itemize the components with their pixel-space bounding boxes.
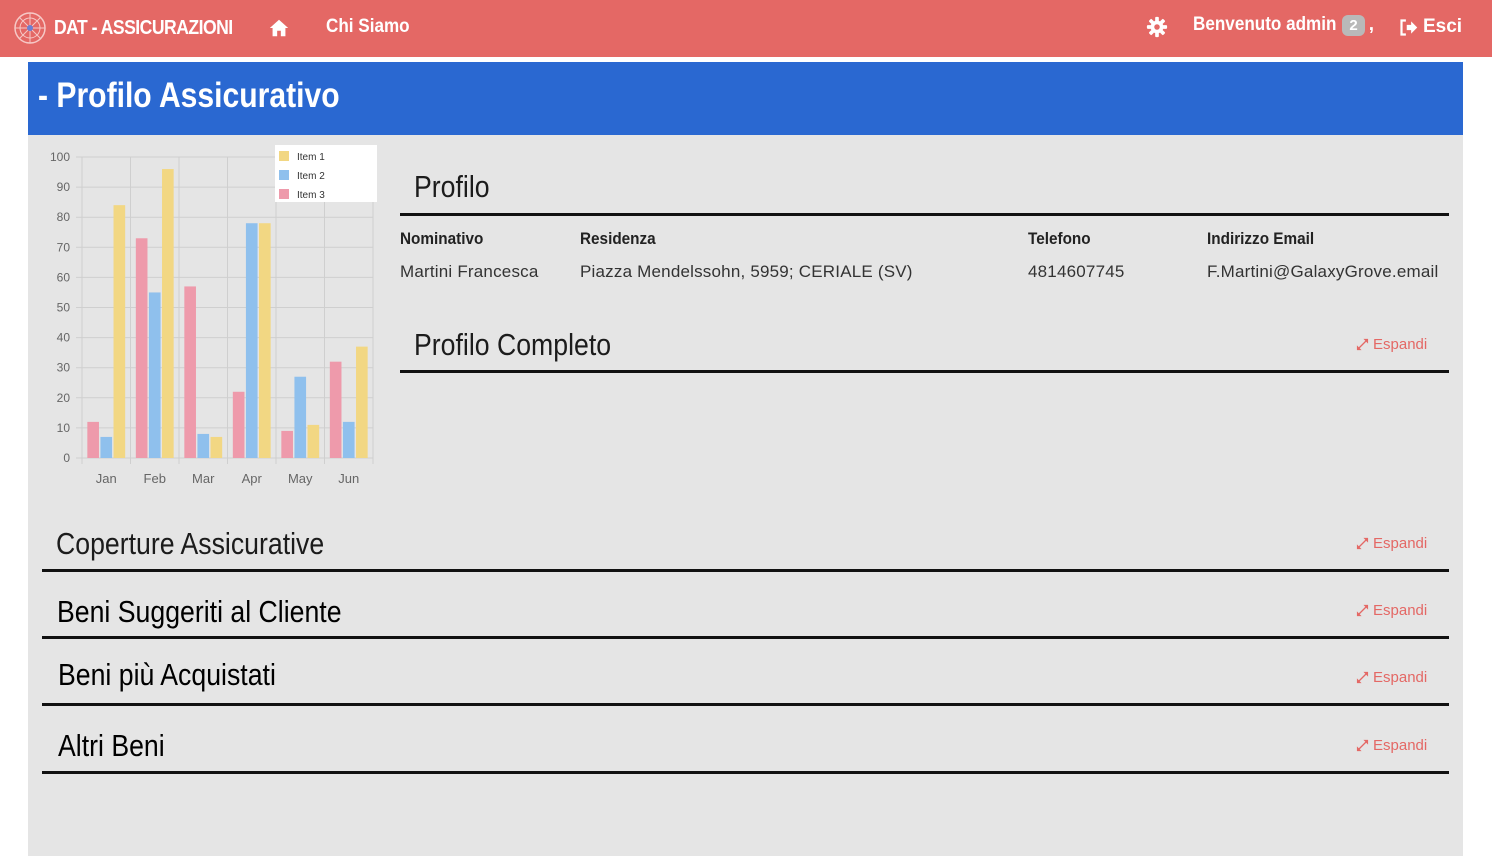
col-header-residenza: Residenza — [580, 229, 656, 248]
brand-name: DAT - ASSICURAZIONI — [54, 16, 233, 39]
cell-nominativo: Martini Francesca — [400, 262, 539, 281]
bar-chart-container: 0 10 20 30 40 50 60 70 80 90 100 Jan Feb Mar Apr May Jun… — [38, 143, 383, 493]
x-tick-label: Mar — [192, 471, 215, 486]
y-tick-label: 60 — [57, 270, 71, 284]
expand-label: Espandi — [1373, 669, 1428, 686]
page-header: - Profilo Assicurativo — [28, 62, 1463, 135]
col-header-email: Indirizzo Email — [1207, 229, 1315, 248]
legend-swatch — [279, 170, 289, 180]
welcome-text: Benvenuto admin — [1193, 14, 1337, 35]
welcome-separator: , — [1368, 14, 1375, 35]
col-header-telefono: Telefono — [1028, 229, 1091, 248]
legend-swatch — [279, 151, 289, 161]
bar — [245, 223, 258, 458]
bar — [184, 286, 196, 458]
section-title-beni-acquistati: Beni più Acquistati — [58, 657, 276, 692]
legend-swatch — [279, 189, 289, 199]
expand-beni-acquistati-button[interactable]: Espandi — [1356, 669, 1427, 686]
expand-label: Espandi — [1373, 737, 1428, 754]
x-tick-label: Apr — [242, 471, 263, 486]
section-title-profilo: Profilo — [414, 169, 490, 204]
y-tick-label: 10 — [57, 421, 71, 435]
y-tick-label: 40 — [57, 331, 71, 345]
bar — [148, 292, 161, 458]
col-header-nominativo: Nominativo — [400, 229, 484, 248]
bar — [329, 361, 342, 458]
page-title: - Profilo Assicurativo — [38, 76, 340, 115]
logout-link[interactable]: Esci — [1398, 16, 1462, 38]
section-divider — [42, 771, 1449, 774]
bar — [210, 436, 223, 458]
brand-logo-icon — [14, 12, 46, 44]
sign-out-icon — [1400, 18, 1418, 36]
expand-label: Espandi — [1373, 535, 1428, 552]
section-title-coperture: Coperture Assicurative — [56, 526, 325, 561]
expand-arrows-icon — [1356, 537, 1369, 550]
bar — [342, 421, 355, 458]
y-tick-label: 100 — [50, 150, 70, 164]
x-tick-label: Jun — [338, 471, 359, 486]
expand-arrows-icon — [1356, 739, 1369, 752]
expand-arrows-icon — [1356, 604, 1369, 617]
section-title-altri-beni: Altri Beni — [58, 728, 165, 763]
legend-label: Item 3 — [297, 190, 325, 201]
section-title-beni-suggeriti: Beni Suggeriti al Cliente — [57, 594, 342, 629]
gear-icon[interactable] — [1146, 16, 1168, 38]
x-tick-label: May — [288, 471, 313, 486]
legend-label: Item 1 — [297, 152, 325, 163]
cell-email: F.Martini@GalaxyGrove.email — [1207, 262, 1439, 281]
bar — [100, 436, 113, 458]
bar — [281, 430, 293, 458]
nav-link-chi-siamo[interactable]: Chi Siamo — [326, 16, 410, 38]
legend-label: Item 2 — [297, 171, 325, 182]
section-divider — [42, 703, 1449, 706]
section-divider — [400, 213, 1449, 216]
bar — [87, 421, 99, 458]
bar — [232, 391, 245, 458]
bar — [113, 205, 126, 458]
y-tick-label: 70 — [57, 240, 71, 254]
expand-label: Espandi — [1373, 336, 1428, 353]
notification-badge[interactable]: 2 — [1342, 14, 1365, 36]
section-title-profilo-completo: Profilo Completo — [414, 327, 612, 362]
bar — [307, 424, 320, 458]
chart-legend — [275, 145, 377, 202]
logout-label: Esci — [1423, 16, 1463, 37]
section-divider — [400, 370, 1449, 373]
bar — [294, 376, 307, 458]
y-tick-label: 0 — [63, 451, 70, 465]
expand-arrows-icon — [1356, 338, 1369, 351]
bar — [162, 169, 174, 458]
main-content: 0 10 20 30 40 50 60 70 80 90 100 Jan Feb Mar Apr May Jun… — [28, 135, 1463, 856]
y-tick-label: 50 — [57, 301, 71, 315]
expand-coperture-button[interactable]: Espandi — [1356, 535, 1427, 552]
cell-telefono: 4814607745 — [1028, 262, 1125, 281]
home-icon[interactable] — [268, 17, 290, 39]
bar — [135, 238, 148, 458]
expand-label: Espandi — [1373, 602, 1428, 619]
expand-arrows-icon — [1356, 671, 1369, 684]
bar — [356, 346, 368, 458]
section-divider — [42, 569, 1449, 572]
expand-altri-beni-button[interactable]: Espandi — [1356, 737, 1427, 754]
welcome-message: Benvenuto admin 2 , — [1193, 14, 1374, 36]
y-tick-label: 90 — [57, 180, 71, 194]
bar-chart: 0 10 20 30 40 50 60 70 80 90 100 Jan Feb Mar Apr May Jun… — [50, 145, 377, 486]
x-tick-label: Feb — [144, 471, 166, 486]
expand-profilo-completo-button[interactable]: Espandi — [1356, 336, 1427, 353]
y-tick-label: 20 — [57, 391, 71, 405]
bar — [197, 433, 210, 458]
expand-beni-suggeriti-button[interactable]: Espandi — [1356, 602, 1427, 619]
section-divider — [42, 636, 1449, 639]
cell-residenza: Piazza Mendelssohn, 5959; CERIALE (SV) — [580, 262, 913, 281]
y-tick-label: 80 — [57, 210, 71, 224]
brand[interactable]: DAT - ASSICURAZIONI — [12, 8, 257, 48]
x-tick-label: Jan — [96, 471, 117, 486]
top-navbar: DAT - ASSICURAZIONI Chi Siamo Benvenuto … — [0, 0, 1492, 57]
bar — [259, 223, 271, 458]
y-tick-label: 30 — [57, 361, 71, 375]
